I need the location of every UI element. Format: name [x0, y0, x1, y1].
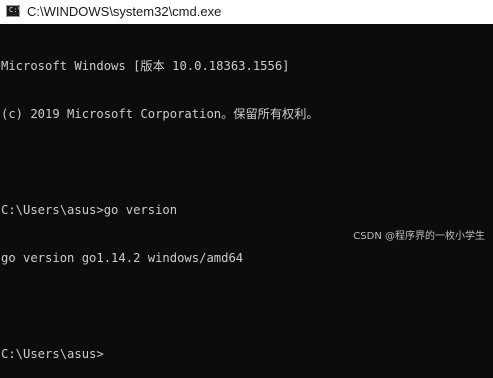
watermark: CSDN @程序界的一枚小学生 — [353, 231, 485, 242]
console-output[interactable]: Microsoft Windows [版本 10.0.18363.1556] (… — [1, 26, 493, 378]
console-line: (c) 2019 Microsoft Corporation。保留所有权利。 — [1, 107, 319, 121]
title-bar[interactable]: C:\ C:\WINDOWS\system32\cmd.exe — [0, 0, 493, 24]
window-title: C:\WINDOWS\system32\cmd.exe — [27, 4, 222, 19]
console-line: go version go1.14.2 windows/amd64 — [1, 251, 244, 265]
console-line: Microsoft Windows [版本 10.0.18363.1556] — [1, 59, 290, 73]
console-line: C:\Users\asus>go version — [1, 203, 178, 217]
console-prompt-line: C:\Users\asus> — [1, 347, 104, 361]
console-app-icon[interactable]: C:\ — [6, 5, 22, 17]
